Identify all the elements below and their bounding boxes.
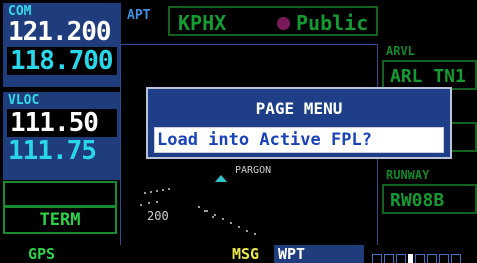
com-active-frequency[interactable]: 121.200 [5, 18, 119, 46]
airport-type[interactable]: Public [296, 11, 368, 35]
page-indicator-current [408, 254, 413, 263]
message-annunciator[interactable]: MSG [232, 245, 259, 263]
arrival-label: ARVL [386, 44, 415, 58]
page-menu-title: PAGE MENU [255, 99, 343, 118]
com-standby-frequency[interactable]: 118.700 [7, 47, 117, 75]
map-range-label: 200 [147, 209, 169, 223]
vloc-label: VLOC [8, 93, 40, 108]
load-into-active-fpl-label[interactable]: Load into Active FPL? [155, 128, 443, 152]
airport-symbol-icon [277, 17, 290, 30]
page-indicator-block [384, 254, 394, 263]
flight-phase-label: TERM [39, 210, 81, 230]
arrival-value[interactable]: ARL TN1 [390, 66, 466, 87]
runway-label: RUNWAY [386, 168, 430, 182]
runway-field[interactable]: RW08B [382, 184, 477, 214]
page-indicator-block [439, 254, 449, 263]
airport-ident[interactable]: KPHX [178, 11, 226, 35]
page-indicator-block [451, 254, 461, 263]
page-menu-dialog: PAGE MENU Load into Active FPL? [146, 87, 452, 159]
status-bar: GPS MSG WPT [0, 245, 477, 263]
gns-display: COM 121.200 118.700 VLOC 111.50 111.75 T… [0, 0, 477, 263]
page-group-label: WPT [274, 245, 364, 263]
waypoint-triangle-icon [215, 175, 227, 182]
vloc-standby-frequency[interactable]: 111.75 [5, 137, 119, 165]
airport-header-box[interactable]: KPHX Public [168, 6, 378, 36]
runway-value[interactable]: RW08B [390, 190, 444, 211]
vloc-active-frequency[interactable]: 111.50 [7, 109, 117, 137]
com-radio-panel[interactable]: COM 121.200 118.700 [3, 3, 121, 87]
page-type-label: APT [127, 8, 151, 23]
page-indicator-block [427, 254, 437, 263]
arrival-field[interactable]: ARL TN1 [382, 60, 477, 90]
load-into-active-fpl-option[interactable]: Load into Active FPL? [154, 127, 444, 153]
map-waypoint-label: PARGON [235, 165, 272, 176]
page-indicator-block [372, 254, 382, 263]
vloc-radio-panel[interactable]: VLOC 111.50 111.75 [3, 92, 121, 180]
page-indicator-block [396, 254, 406, 263]
flight-phase-box: TERM [3, 206, 117, 234]
cdi-mode-label[interactable]: GPS [28, 245, 55, 263]
page-indicator [372, 249, 463, 263]
page-indicator-block [415, 254, 425, 263]
phase-empty-box [3, 181, 117, 207]
